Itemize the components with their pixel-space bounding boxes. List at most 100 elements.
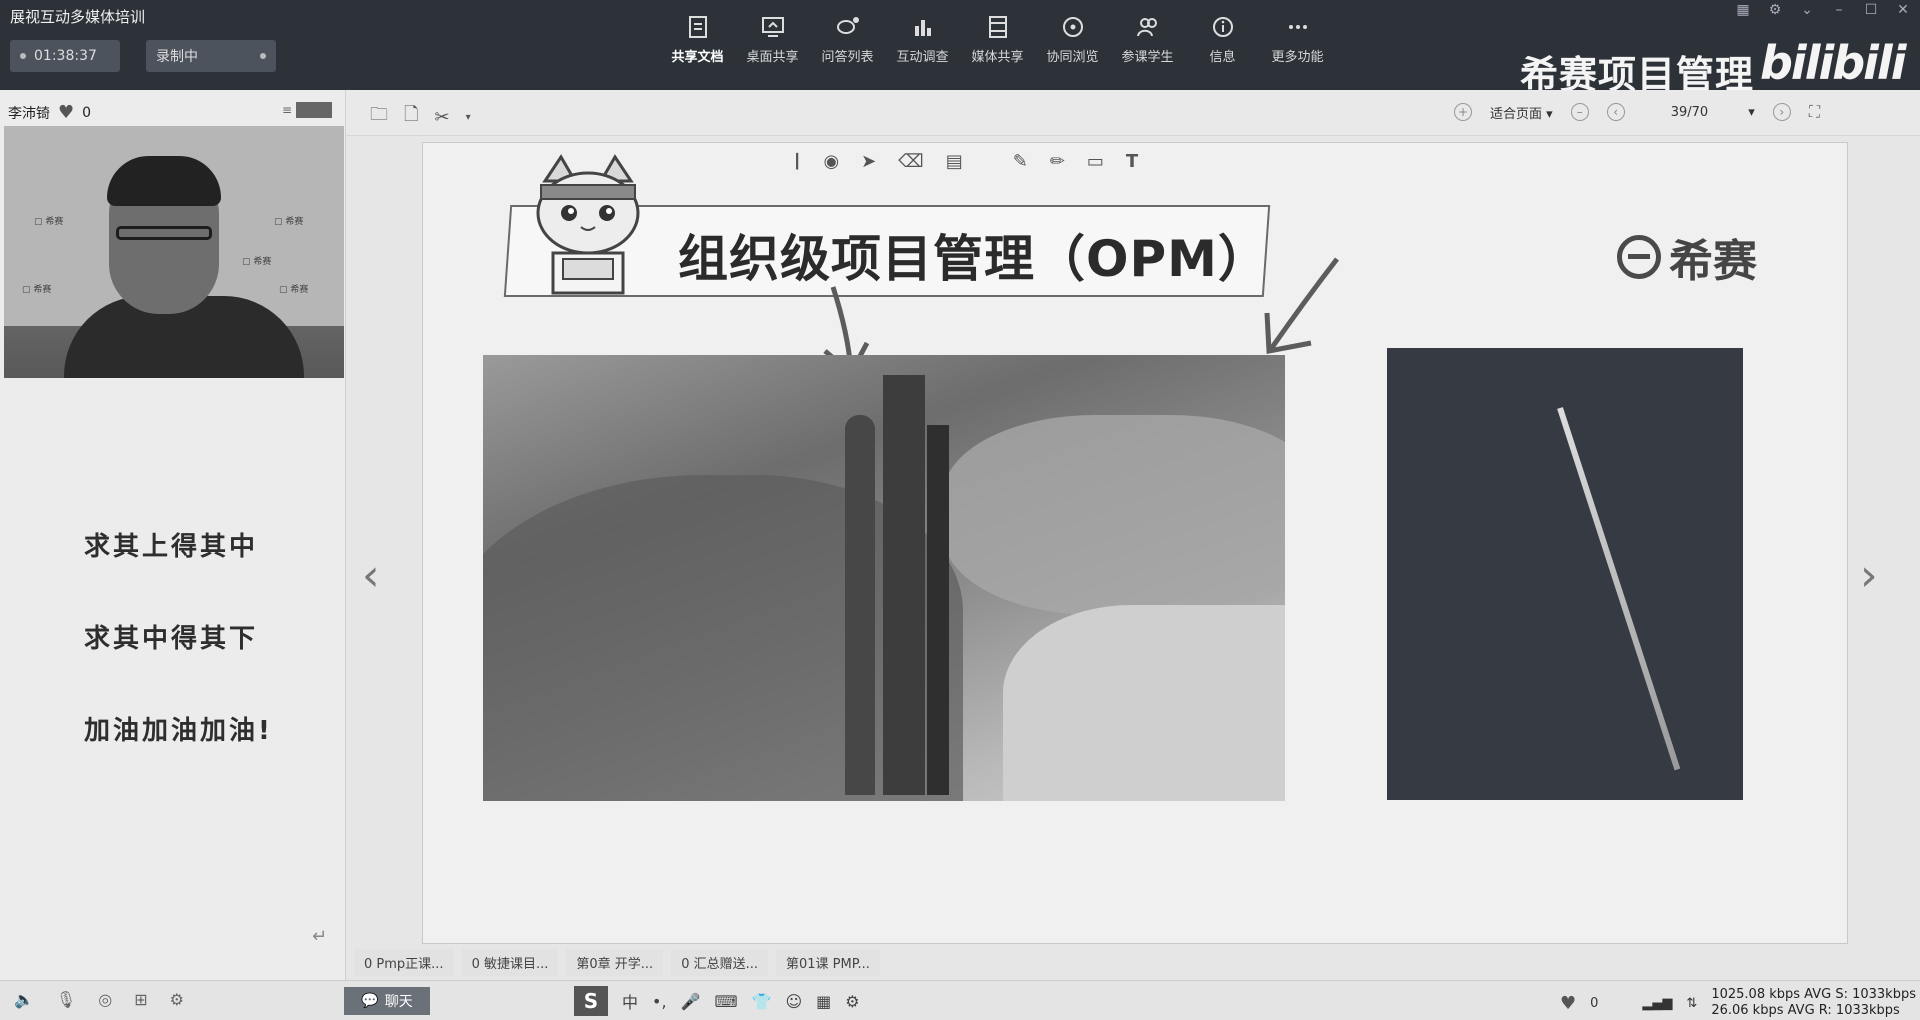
like-heart-icon[interactable]: ♥ (1560, 993, 1576, 1014)
minimize-icon[interactable]: – (1830, 2, 1848, 18)
grid-icon[interactable]: ▦ (816, 992, 831, 1011)
punctuation-icon[interactable]: •, (652, 992, 667, 1011)
record-label: 录制中 (156, 49, 198, 65)
presenter-name: 李沛锜 (8, 105, 50, 122)
toolbar-co-browse[interactable]: 协同浏览 (1035, 14, 1110, 65)
open-folder-icon[interactable]: 🗀 (370, 102, 388, 132)
toolbar-label: 互动调查 (896, 50, 949, 65)
left-panel: 李沛锜 ♥ 0 ≡ ▢ 希赛 ▢ 希赛 ▢ 希赛 ▢ 希赛 ▢ 希赛 求其上得其… (0, 90, 346, 980)
rectangle-icon[interactable]: ▭ (1087, 151, 1104, 172)
heart-icon[interactable]: ♥ (58, 102, 74, 123)
sogou-icon[interactable]: S (574, 986, 608, 1016)
doc-tab[interactable]: 0 Pmp正课... (354, 948, 454, 976)
emoji-icon[interactable]: ☺ (785, 992, 802, 1011)
motto-line-3: 加油加油加油! (84, 716, 273, 746)
doc-tab[interactable]: 0 汇总赠送... (671, 948, 768, 976)
record-button[interactable]: 录制中 (146, 40, 276, 72)
ime-toolbar: S 中 •, 🎤 ⌨ 👕 ☺ ▦ ⚙ (574, 986, 860, 1016)
fit-page-select[interactable]: 适合页面 ▾ (1490, 103, 1553, 122)
layout-icon[interactable]: ▦ (1734, 2, 1752, 18)
chat-button[interactable]: 💬 聊天 (344, 987, 430, 1015)
record-dot-icon[interactable]: ◉ (823, 151, 839, 172)
app-title: 展视互动多媒体培训 (10, 8, 146, 26)
text-tool-icon[interactable]: T (1126, 151, 1138, 172)
fullscreen-icon[interactable]: ⛶ (1809, 102, 1820, 122)
voice-icon[interactable]: 🎤 (681, 992, 701, 1011)
drag-handle-icon[interactable]: ┃ (793, 154, 801, 170)
toolbar-more[interactable]: 更多功能 (1260, 14, 1335, 65)
microphone-icon[interactable]: 🎙 (56, 990, 76, 1009)
timer-dot-icon (20, 53, 26, 59)
next-slide-arrow[interactable]: › (1860, 550, 1878, 601)
prev-page-icon[interactable]: ‹ (1606, 103, 1625, 121)
slide-title: 组织级项目管理（OPM） (678, 230, 1269, 288)
scissors-icon[interactable]: ✂ (434, 107, 449, 128)
new-file-icon[interactable]: 🗋 (404, 102, 418, 132)
menu-icon: ≡ (282, 103, 293, 117)
toolbar-share-document[interactable]: 共享文档 (660, 14, 735, 65)
keyboard-icon[interactable]: ⌨ (714, 992, 737, 1011)
highlighter-icon[interactable]: ✎ (1013, 151, 1028, 172)
toolbar-media-share[interactable]: 媒体共享 (960, 14, 1035, 65)
like-count: 0 (82, 104, 92, 121)
equalizer-icon[interactable]: ⊞ (134, 990, 147, 1009)
speaker-icon[interactable]: 🔈 (14, 990, 34, 1009)
doc-tab[interactable]: 0 敏捷课目... (461, 948, 559, 976)
traffic-arrows-icon: ⇅ (1686, 995, 1698, 1011)
toolbar-survey[interactable]: 互动调查 (885, 14, 960, 65)
drawn-arrow-2 (1264, 257, 1339, 354)
toolbar-info[interactable]: 信息 (1185, 14, 1260, 65)
toolbar-label: 桌面共享 (746, 50, 799, 65)
film-icon (988, 16, 1007, 38)
prev-slide-arrow[interactable]: ‹ (362, 550, 380, 601)
presenter-video: ▢ 希赛 ▢ 希赛 ▢ 希赛 ▢ 希赛 ▢ 希赛 (4, 126, 344, 378)
dropdown-icon[interactable]: ⌄ (1798, 2, 1816, 18)
chevron-down-icon[interactable]: ▾ (466, 112, 471, 123)
info-icon (1212, 17, 1233, 37)
compass-icon (1062, 17, 1083, 37)
camera-icon[interactable]: ◎ (98, 990, 112, 1009)
toolbar-label: 更多功能 (1271, 50, 1324, 65)
eraser-icon[interactable]: ⌫ (898, 151, 923, 172)
zoom-in-icon[interactable]: + (1454, 103, 1472, 121)
network-stats: 1025.08 kbps AVG S: 1033kbps 26.06 kbps … (1711, 987, 1916, 1019)
document-toolbar: 🗀 🗋 ✂ ▾ + 适合页面 ▾ – ‹ 39/70 ▾ › ⛶ (346, 90, 1920, 136)
like-count-bottom: 0 (1590, 995, 1599, 1011)
rocket-launch-image (1387, 348, 1743, 800)
toolbar-qa-list[interactable]: 问答列表 (810, 14, 885, 65)
zoom-out-icon[interactable]: – (1570, 103, 1589, 121)
toolbar-label: 协同浏览 (1046, 50, 1099, 65)
toolbar-label: 媒体共享 (971, 50, 1024, 65)
ime-mode[interactable]: 中 (622, 989, 638, 1013)
skin-icon[interactable]: 👕 (752, 992, 772, 1011)
next-page-icon[interactable]: › (1772, 103, 1791, 121)
close-icon[interactable]: ✕ (1894, 2, 1912, 18)
toolbar-label: 参课学生 (1121, 50, 1174, 65)
settings-icon[interactable]: ⚙ (170, 990, 184, 1009)
pointer-icon[interactable]: ➤ (861, 151, 876, 172)
settings-icon[interactable]: ⚙ (1766, 2, 1784, 18)
annotation-toolbar: ┃ ◉ ➤ ⌫ ▤ ✎ ✏ ▭ T (793, 151, 1138, 172)
maximize-icon[interactable]: ☐ (1862, 2, 1880, 18)
pen-icon[interactable]: ✏ (1050, 151, 1065, 172)
signal-icon: ▂▄▆ (1642, 995, 1673, 1011)
enter-icon[interactable]: ↵ (312, 926, 327, 947)
cat-mascot-icon (536, 154, 640, 295)
presenter-row: 李沛锜 ♥ 0 (8, 102, 91, 123)
starship-launchpad-image (483, 355, 1285, 801)
page-indicator[interactable]: 39/70 ▾ (1671, 105, 1755, 120)
toolbar-students[interactable]: 参课学生 (1110, 14, 1185, 65)
record-status-icon (260, 53, 266, 59)
chat-label: 聊天 (384, 994, 413, 1010)
toolbar-label: 共享文档 (671, 50, 724, 65)
doc-tab[interactable]: 第0章 开学... (566, 948, 664, 976)
document-tabs: 0 Pmp正课... 0 敏捷课目... 第0章 开学... 0 汇总赠送...… (346, 944, 880, 980)
doc-tab[interactable]: 第01课 PMP... (776, 948, 880, 976)
main-toolbar: 共享文档 桌面共享 问答列表 互动调查 媒体共享 协同浏览 参课学生 信息 更多… (660, 14, 1335, 65)
video-options[interactable]: ≡ (282, 102, 333, 118)
timer-value: 01:38:37 (34, 48, 97, 64)
clear-icon[interactable]: ▤ (946, 151, 963, 172)
ime-settings-icon[interactable]: ⚙ (845, 992, 859, 1011)
toolbar-desktop-share[interactable]: 桌面共享 (735, 14, 810, 65)
toolbar-label: 问答列表 (821, 50, 874, 65)
